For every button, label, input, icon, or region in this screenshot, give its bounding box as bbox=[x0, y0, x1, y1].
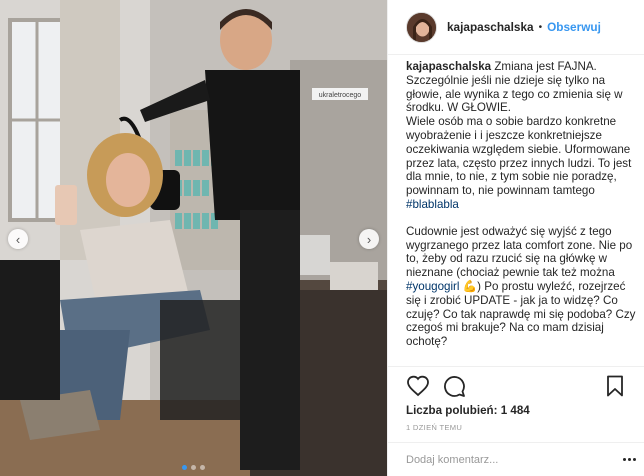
post-actions bbox=[388, 366, 644, 405]
carousel-prev-button[interactable]: ‹ bbox=[8, 229, 28, 249]
post-caption: kajapaschalska Zmiana jest FAJNA. Szczeg… bbox=[406, 60, 636, 349]
caption-text: Cudownie jest odważyć się wyjść z tego w… bbox=[406, 224, 633, 280]
carousel-dot bbox=[182, 465, 187, 470]
flexed-biceps-emoji: 💪 bbox=[462, 279, 478, 293]
follow-button[interactable]: Obserwuj bbox=[547, 20, 601, 34]
chevron-left-icon: ‹ bbox=[15, 231, 21, 247]
comment-bar bbox=[388, 442, 644, 476]
bookmark-icon[interactable] bbox=[603, 374, 627, 398]
action-icons bbox=[388, 367, 644, 405]
hashtag-link[interactable]: #yougogirl bbox=[406, 280, 460, 293]
username-link[interactable]: kajapaschalska bbox=[447, 20, 534, 34]
more-dot bbox=[622, 458, 626, 461]
likes-label: Liczba polubień: bbox=[406, 404, 498, 417]
caption-text: Wiele osób ma o sobie bardzo konkretne w… bbox=[406, 115, 632, 198]
comment-input[interactable] bbox=[406, 453, 621, 466]
carousel-next-button[interactable]: › bbox=[359, 229, 379, 249]
comment-icon[interactable] bbox=[442, 374, 466, 398]
carousel-dot bbox=[200, 465, 205, 470]
more-dot bbox=[632, 458, 636, 461]
caption-paragraph-3: Cudownie jest odważyć się wyjść z tego w… bbox=[406, 225, 636, 349]
likes-value: 1 484 bbox=[500, 404, 530, 417]
post-timestamp[interactable]: 1 dzień temu bbox=[406, 423, 462, 432]
mirror-sign: ukraletrocego bbox=[319, 92, 362, 99]
carousel-dot bbox=[191, 465, 196, 470]
caption-paragraph-1: kajapaschalska Zmiana jest FAJNA. Szczeg… bbox=[406, 60, 636, 115]
likes-count[interactable]: Liczba polubień: 1 484 bbox=[406, 404, 530, 417]
caption-paragraph-2: Wiele osób ma o sobie bardzo konkretne w… bbox=[406, 115, 636, 212]
carousel-indicator bbox=[0, 465, 387, 470]
caption-username-link[interactable]: kajapaschalska bbox=[406, 60, 491, 73]
post-photo[interactable]: ukraletrocego ‹ › bbox=[0, 0, 387, 476]
avatar[interactable] bbox=[406, 11, 437, 43]
more-options-icon[interactable] bbox=[621, 452, 637, 468]
salon-photo: ukraletrocego bbox=[0, 0, 387, 476]
avatar-image bbox=[407, 12, 436, 42]
heart-icon[interactable] bbox=[406, 374, 430, 398]
separator-dot: • bbox=[538, 21, 543, 33]
hashtag-link[interactable]: #blablabla bbox=[406, 198, 459, 211]
post-sidebar: kajapaschalska • Obserwuj kajapaschalska… bbox=[387, 0, 644, 476]
instagram-post: ukraletrocego ‹ › kajapaschalska • Obser… bbox=[0, 0, 644, 476]
chevron-right-icon: › bbox=[366, 231, 372, 247]
post-header: kajapaschalska • Obserwuj bbox=[388, 0, 644, 55]
more-dot bbox=[627, 458, 631, 461]
